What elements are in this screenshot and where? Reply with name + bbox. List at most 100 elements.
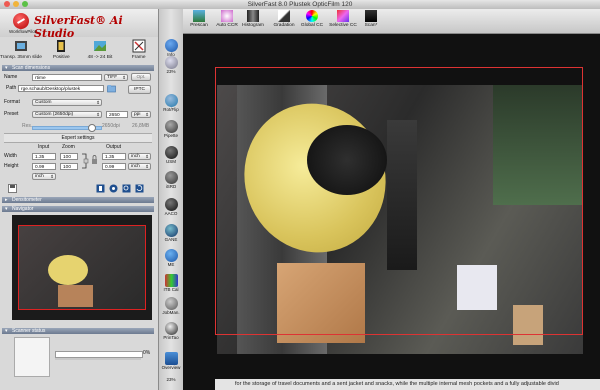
usm-tool[interactable]: USM bbox=[159, 146, 183, 164]
jobmanager-tool[interactable]: JobMan. bbox=[159, 297, 183, 315]
save-preset-icon[interactable] bbox=[8, 184, 17, 193]
res-label: Res. bbox=[22, 123, 33, 129]
scanner-status-header[interactable]: Scanner status bbox=[2, 328, 154, 334]
brand-header: SilverFast® Ai Studio WorkflowPilot bbox=[0, 9, 158, 40]
output-unit-select[interactable]: inch bbox=[128, 153, 151, 160]
lock-icon[interactable] bbox=[90, 152, 99, 170]
name-label: Name bbox=[4, 74, 18, 80]
expert-settings-header[interactable]: Expert settings bbox=[4, 133, 152, 143]
histogram-button[interactable]: Histogram bbox=[241, 10, 265, 28]
height-zoom[interactable]: 100 bbox=[60, 163, 78, 170]
path-label: Path bbox=[6, 85, 17, 91]
scan-progress-track bbox=[55, 358, 141, 360]
isrd-icon bbox=[164, 171, 178, 184]
scanner-status-thumb bbox=[14, 337, 50, 377]
densitometer-header[interactable]: Densitometer bbox=[2, 197, 154, 203]
prescan-icon bbox=[193, 10, 205, 22]
overview-tool[interactable]: Overview bbox=[159, 352, 183, 370]
me-tool[interactable]: ME bbox=[159, 249, 183, 267]
workflow-label: WorkflowPilot bbox=[9, 29, 37, 34]
itb-cal-tool[interactable]: ITB Cal bbox=[159, 274, 183, 292]
caption-strip: for the storage of travel documents and … bbox=[215, 379, 600, 390]
gane-tool[interactable]: GANE bbox=[159, 224, 183, 242]
slider-handle[interactable] bbox=[88, 124, 96, 132]
filetype-select[interactable]: TIFF bbox=[104, 74, 128, 81]
scan-progress-value: 0% bbox=[143, 350, 151, 356]
scan-icon bbox=[365, 10, 377, 22]
workflowpilot-icon[interactable] bbox=[13, 13, 29, 29]
iptc-button[interactable]: IPTC bbox=[128, 85, 151, 94]
width-input[interactable]: 1.35 bbox=[32, 153, 56, 160]
resolution-slider[interactable] bbox=[32, 124, 102, 132]
pipette-icon bbox=[164, 120, 178, 133]
expert-settings-label: Expert settings bbox=[61, 135, 95, 141]
zoom-level-readout: 23% bbox=[166, 377, 176, 382]
overview-icon bbox=[164, 352, 178, 365]
bookmark-icon[interactable] bbox=[96, 184, 105, 193]
printao-tool[interactable]: PrinTao bbox=[159, 322, 183, 340]
navigator-header[interactable]: Navigator bbox=[2, 206, 154, 212]
height-input[interactable]: 0.99 bbox=[32, 163, 56, 170]
input-unit-select[interactable]: inch bbox=[32, 173, 56, 180]
info-icon bbox=[164, 39, 178, 52]
film-slide-icon bbox=[14, 41, 27, 51]
zoom-column-label: Zoom bbox=[62, 144, 75, 150]
height-output[interactable]: 0.99 bbox=[102, 163, 126, 170]
gane-icon bbox=[164, 224, 178, 237]
window-title: SilverFast 8.0 Plustek OpticFilm 120 bbox=[247, 1, 353, 8]
path-field[interactable]: rge.schaub/Desktop/plustek bbox=[18, 85, 104, 92]
output-column-label: Output bbox=[106, 144, 122, 150]
scan-progress-bar bbox=[55, 351, 143, 358]
scan-button[interactable]: Scan* bbox=[360, 10, 382, 28]
gradation-button[interactable]: Gradation bbox=[271, 10, 297, 28]
width-zoom[interactable]: 100 bbox=[60, 153, 78, 160]
width-output[interactable]: 1.35 bbox=[102, 153, 126, 160]
printao-icon bbox=[164, 322, 178, 335]
global-cc-icon bbox=[306, 10, 318, 22]
jobmanager-icon bbox=[164, 297, 178, 310]
loupe-icon[interactable] bbox=[122, 184, 131, 193]
preset-select[interactable]: Custom (2650dpi) bbox=[32, 111, 102, 118]
name-field[interactable]: rtime bbox=[32, 74, 102, 81]
itb-cal-icon bbox=[164, 274, 178, 287]
navigator-preview[interactable] bbox=[12, 215, 152, 320]
zoom-icon bbox=[164, 56, 178, 69]
options-button[interactable]: Opt. bbox=[131, 73, 151, 81]
aaco-icon bbox=[164, 198, 178, 211]
reset-icon[interactable] bbox=[135, 184, 144, 193]
pipette-tool[interactable]: Pipette bbox=[159, 120, 183, 138]
unit-select[interactable]: ppi bbox=[131, 111, 151, 118]
preview-canvas[interactable]: for the storage of travel documents and … bbox=[183, 34, 600, 390]
link-aspect-icon[interactable] bbox=[80, 152, 89, 170]
auto-ccr-button[interactable]: Auto CCR bbox=[215, 10, 239, 28]
format-label: Format bbox=[4, 99, 20, 105]
navigator-viewport-frame[interactable] bbox=[18, 225, 146, 310]
info-tool[interactable]: Info bbox=[159, 39, 183, 57]
bit-depth-icon bbox=[93, 41, 106, 51]
auto-ccr-icon bbox=[221, 10, 233, 22]
resolution-field[interactable]: 2650 bbox=[106, 111, 128, 118]
res-value: 2650dpi bbox=[102, 123, 120, 129]
scan-frame-selection[interactable] bbox=[215, 67, 583, 335]
prescan-button[interactable]: Prescan bbox=[188, 10, 210, 28]
gradation-icon bbox=[278, 10, 290, 22]
preset-label: Preset bbox=[4, 111, 19, 117]
isrd-tool[interactable]: iSRD bbox=[159, 171, 183, 189]
positive-film-icon bbox=[57, 40, 66, 52]
settings-gear-icon[interactable] bbox=[109, 184, 118, 193]
output-unit-select-2[interactable]: inch bbox=[128, 163, 151, 170]
input-column-label: Input bbox=[38, 144, 50, 150]
scan-dimensions-header[interactable]: Scan dimensions bbox=[2, 65, 154, 71]
selective-cc-icon bbox=[337, 10, 349, 22]
folder-icon[interactable] bbox=[107, 84, 116, 93]
rotate-flip-icon bbox=[164, 94, 178, 107]
aaco-tool[interactable]: AACO bbox=[159, 198, 183, 216]
zoom-tool[interactable]: 23% bbox=[159, 56, 183, 74]
format-select[interactable]: Custom bbox=[32, 99, 102, 106]
main-toolbar: Prescan Auto CCR Histogram Gradation Glo… bbox=[183, 9, 600, 34]
me-icon bbox=[164, 249, 178, 262]
global-cc-button[interactable]: Global CC bbox=[299, 10, 325, 28]
frame-icon bbox=[132, 39, 146, 53]
selective-cc-button[interactable]: Selective CC bbox=[327, 10, 359, 28]
rot-flip-tool[interactable]: Rot/Flip bbox=[159, 94, 183, 112]
